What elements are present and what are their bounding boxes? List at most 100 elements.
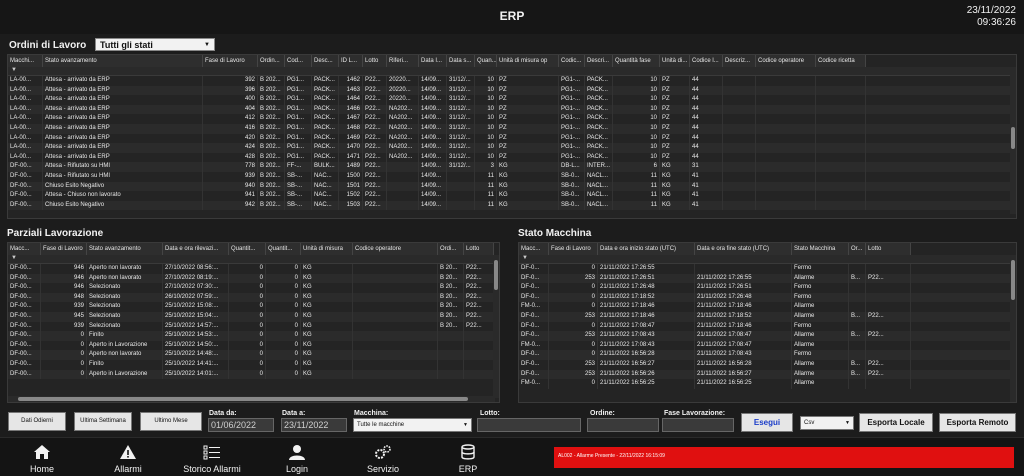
- machine-select[interactable]: Tutte le macchine ▼: [353, 418, 472, 432]
- table-row[interactable]: DF-00... 945 Selezionato 25/10/2022 15:04:.…: [8, 311, 499, 322]
- alarm-banner[interactable]: AL002 - Allarme Presente - 22/11/2022 16…: [554, 447, 1014, 468]
- column-header[interactable]: Data s...: [447, 55, 475, 67]
- phase-input[interactable]: [662, 418, 734, 432]
- table-row[interactable]: DF-00... 948 Selezionato 26/10/2022 07:59:.…: [8, 292, 499, 303]
- column-header[interactable]: ID L...: [339, 55, 363, 67]
- column-header[interactable]: Macchi...: [8, 55, 43, 67]
- column-header[interactable]: Descriz...: [723, 55, 756, 67]
- ordini-vscroll[interactable]: [1010, 67, 1016, 214]
- table-row[interactable]: DF-00... 939 Selezionato 25/10/2022 15:08:.…: [8, 302, 499, 312]
- parziali-hscroll[interactable]: [8, 396, 495, 402]
- nav-storico-allarmi[interactable]: Storico Allarmi: [176, 438, 248, 476]
- ordini-filter-row[interactable]: ▼: [8, 67, 1016, 76]
- stato-filter-row[interactable]: ▼: [519, 255, 1016, 264]
- column-header[interactable]: Unità di misura: [301, 243, 353, 255]
- column-header[interactable]: Data e ora rilevazi...: [163, 243, 229, 255]
- nav-allarmi[interactable]: Allarmi: [100, 438, 156, 476]
- nav-login[interactable]: Login: [272, 438, 322, 476]
- state-filter-dropdown[interactable]: Tutti gli stati ▼: [95, 38, 215, 51]
- table-row[interactable]: DF-00... 0 Aperto non lavorato 25/10/2022 1…: [8, 350, 499, 360]
- column-header[interactable]: Macc...: [519, 243, 549, 255]
- table-row[interactable]: DF-00... 946 Aperto non lavorato 27/10/2022…: [8, 264, 499, 274]
- column-header[interactable]: Descri...: [585, 55, 613, 67]
- order-input[interactable]: [587, 418, 659, 432]
- column-header[interactable]: Fase di Lavoro: [203, 55, 258, 67]
- table-row[interactable]: DF-00... 946 Aperto non lavorato 27/10/2022…: [8, 273, 499, 284]
- column-header[interactable]: Lotto: [464, 243, 494, 255]
- nav-erp[interactable]: ERP: [444, 438, 492, 476]
- table-row[interactable]: DF-0... 253 21/11/2022 16:56:26 21/11/2022 …: [519, 369, 1016, 380]
- table-row[interactable]: LA-00... Attesa - arrivato da ERP 396 B 202…: [8, 85, 1016, 96]
- table-row[interactable]: LA-00... Attesa - arrivato da ERP 412 B 202…: [8, 114, 1016, 124]
- column-header[interactable]: Codice operatore: [353, 243, 438, 255]
- column-header[interactable]: Stato avanzamento: [43, 55, 203, 67]
- export-format-select[interactable]: Csv ▼: [800, 416, 854, 430]
- column-header[interactable]: Quantit...: [229, 243, 266, 255]
- table-row[interactable]: DF-00... 0 Aperto in Lavorazione 25/10/2022…: [8, 340, 499, 351]
- column-header[interactable]: Unità di...: [660, 55, 690, 67]
- export-remote-button[interactable]: Esporta Remoto: [939, 413, 1016, 432]
- table-row[interactable]: LA-00... Attesa - arrivato da ERP 428 B 202…: [8, 152, 1016, 163]
- column-header[interactable]: Cod...: [285, 55, 312, 67]
- table-row[interactable]: DF-0... 0 21/11/2022 17:18:52 21/11/2022 17…: [519, 292, 1016, 303]
- table-row[interactable]: DF-00... Chiuso Esito Negativo 942 B 202...…: [8, 200, 1016, 211]
- column-header[interactable]: Data I...: [419, 55, 447, 67]
- column-header[interactable]: Data e ora inizio stato (UTC): [598, 243, 695, 255]
- table-row[interactable]: FM-0... 0 21/11/2022 17:08:43 21/11/2022 17…: [519, 340, 1016, 351]
- column-header[interactable]: Fase di Lavoro: [41, 243, 87, 255]
- column-header[interactable]: Riferi...: [387, 55, 419, 67]
- table-row[interactable]: DF-0... 0 21/11/2022 17:26:55 Fermo: [519, 264, 1016, 274]
- column-header[interactable]: Quantità fase: [613, 55, 660, 67]
- table-row[interactable]: LA-00... Attesa - arrivato da ERP 416 B 202…: [8, 123, 1016, 134]
- column-header[interactable]: Lotto: [363, 55, 387, 67]
- column-header[interactable]: Lotto: [866, 243, 911, 255]
- column-header[interactable]: Quan...: [475, 55, 497, 67]
- column-header[interactable]: Unità di misura op: [497, 55, 559, 67]
- column-header[interactable]: Fase di Lavoro: [549, 243, 598, 255]
- table-row[interactable]: LA-00... Attesa - arrivato da ERP 400 B 202…: [8, 95, 1016, 105]
- column-header[interactable]: Desc...: [312, 55, 339, 67]
- table-row[interactable]: DF-00... Attesa - Rifiutato su HMI 778 B 20…: [8, 162, 1016, 172]
- table-row[interactable]: DF-0... 253 21/11/2022 17:08:43 21/11/2022 …: [519, 331, 1016, 341]
- column-header[interactable]: Stato Macchina: [792, 243, 849, 255]
- lot-input[interactable]: [477, 418, 581, 432]
- table-row[interactable]: DF-00... Attesa - Rifiutato su HMI 939 B 20…: [8, 171, 1016, 182]
- column-header[interactable]: Data e ora fine stato (UTC): [695, 243, 792, 255]
- table-row[interactable]: DF-00... 0 Finito 25/10/2022 14:41:... 0 0 KG: [8, 359, 499, 370]
- column-header[interactable]: Codic...: [559, 55, 585, 67]
- table-row[interactable]: DF-0... 0 21/11/2022 16:56:28 21/11/2022 17…: [519, 350, 1016, 360]
- column-header[interactable]: Ordi...: [438, 243, 464, 255]
- date-from-input[interactable]: 01/06/2022: [208, 418, 274, 432]
- column-header[interactable]: Macc...: [8, 243, 41, 255]
- table-row[interactable]: DF-00... 939 Selezionato 25/10/2022 14:57:.…: [8, 321, 499, 332]
- last-month-button[interactable]: Ultimo Mese: [140, 412, 202, 431]
- ordini-vscroll-thumb[interactable]: [1011, 127, 1015, 149]
- stato-vscroll[interactable]: [1010, 255, 1016, 402]
- table-row[interactable]: DF-00... Chiuso Esito Negativo 940 B 202...…: [8, 181, 1016, 192]
- column-header[interactable]: Codice ricetta: [816, 55, 866, 67]
- table-row[interactable]: LA-00... Attesa - arrivato da ERP 404 B 202…: [8, 104, 1016, 115]
- column-header[interactable]: Quantit...: [266, 243, 301, 255]
- nav-home[interactable]: Home: [16, 438, 68, 476]
- parziali-vscroll[interactable]: [493, 255, 499, 398]
- table-row[interactable]: DF-00... 0 Aperto in Lavorazione 25/10/2022…: [8, 369, 499, 380]
- last-week-button[interactable]: Ultima Settimana: [74, 412, 132, 431]
- table-row[interactable]: DF-0... 253 21/11/2022 16:56:27 21/11/2022 …: [519, 359, 1016, 370]
- table-row[interactable]: LA-00... Attesa - arrivato da ERP 392 B 202…: [8, 76, 1016, 86]
- parziali-hscroll-thumb[interactable]: [18, 397, 468, 401]
- nav-servizio[interactable]: Servizio: [356, 438, 410, 476]
- table-row[interactable]: FM-0... 0 21/11/2022 17:18:46 21/11/2022 17…: [519, 302, 1016, 312]
- today-data-button[interactable]: Dati Odierni: [8, 412, 66, 431]
- table-row[interactable]: DF-00... Attesa - Chiuso non lavorato 941 B…: [8, 191, 1016, 201]
- table-row[interactable]: DF-0... 0 21/11/2022 17:08:47 21/11/2022 17…: [519, 321, 1016, 332]
- column-header[interactable]: Or...: [849, 243, 866, 255]
- table-row[interactable]: DF-00... 946 Selezionato 27/10/2022 07:30:.…: [8, 283, 499, 293]
- parziali-vscroll-thumb[interactable]: [494, 260, 498, 290]
- parziali-filter-row[interactable]: ▼: [8, 255, 499, 264]
- table-row[interactable]: DF-0... 0 21/11/2022 17:26:48 21/11/2022 17…: [519, 283, 1016, 293]
- table-row[interactable]: DF-0... 253 21/11/2022 17:18:46 21/11/2022 …: [519, 311, 1016, 322]
- table-row[interactable]: DF-00... 0 Finito 25/10/2022 14:53:... 0 0 KG: [8, 331, 499, 341]
- column-header[interactable]: Codice operatore: [756, 55, 816, 67]
- execute-button[interactable]: Esegui: [741, 413, 793, 432]
- export-local-button[interactable]: Esporta Locale: [859, 413, 933, 432]
